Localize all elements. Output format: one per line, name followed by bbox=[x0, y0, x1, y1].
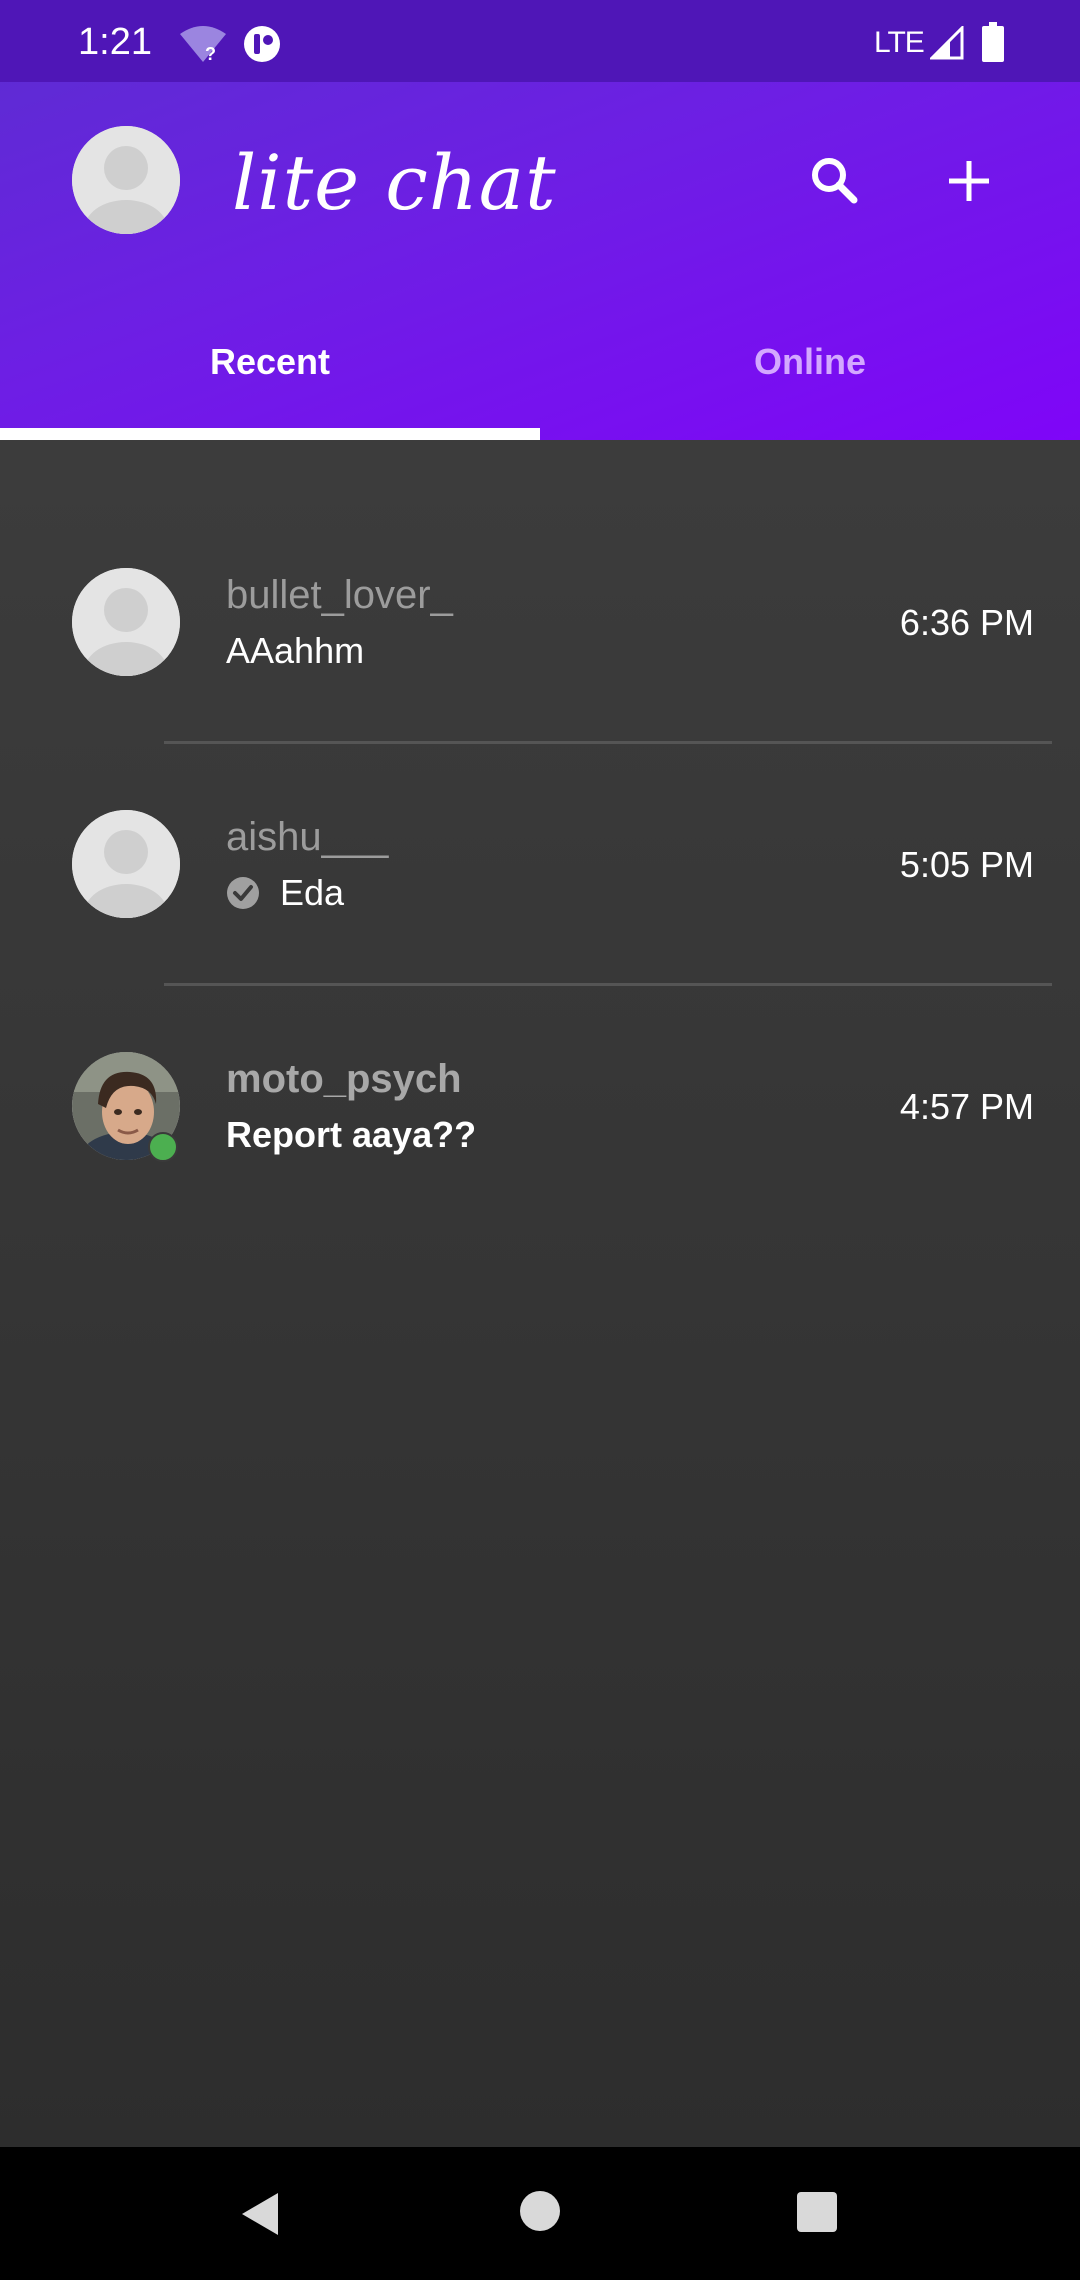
tab-recent-label: Recent bbox=[209, 341, 331, 382]
svg-text:?: ? bbox=[205, 44, 216, 64]
app-notification-icon bbox=[244, 26, 280, 62]
chat-last-message: Report aaya?? bbox=[226, 1110, 476, 1160]
chat-time: 5:05 PM bbox=[899, 844, 1034, 885]
chat-last-message: AAahhm bbox=[226, 626, 364, 676]
chat-row-aishu[interactable]: aishu___ Eda 5:05 PM bbox=[0, 744, 1080, 986]
online-status-dot bbox=[148, 1132, 178, 1162]
navigation-bar bbox=[0, 2147, 1080, 2280]
signal-icon bbox=[930, 26, 964, 60]
chat-name: bullet_lover_ bbox=[226, 573, 453, 617]
tab-indicator bbox=[0, 428, 540, 440]
tab-recent[interactable]: Recent bbox=[0, 330, 540, 440]
chat-time: 6:36 PM bbox=[899, 602, 1034, 643]
avatar bbox=[72, 810, 180, 918]
avatar bbox=[72, 568, 180, 676]
check-circle-icon bbox=[227, 877, 259, 909]
chat-row-bullet-lover[interactable]: bullet_lover_ AAahhm 6:36 PM bbox=[0, 502, 1080, 744]
app-title: lite chat bbox=[232, 138, 557, 227]
tab-online[interactable]: Online bbox=[540, 330, 1080, 440]
chat-name: aishu___ bbox=[226, 815, 389, 859]
recents-icon[interactable] bbox=[796, 2191, 838, 2233]
add-icon[interactable] bbox=[934, 146, 1004, 216]
home-icon[interactable] bbox=[518, 2189, 562, 2233]
avatar-placeholder-icon bbox=[72, 568, 180, 676]
chat-time: 4:57 PM bbox=[899, 1086, 1034, 1127]
chat-last-message: Eda bbox=[226, 868, 344, 918]
status-bar: 1:21 ? LTE bbox=[0, 0, 1080, 82]
network-type: LTE bbox=[874, 26, 925, 59]
chat-name: moto_psych bbox=[226, 1057, 462, 1101]
back-icon[interactable] bbox=[236, 2189, 286, 2239]
chat-message-text: AAahhm bbox=[226, 630, 365, 671]
status-time: 1:21 bbox=[78, 21, 152, 63]
chat-message-text: Report aaya?? bbox=[226, 1114, 477, 1155]
chat-message-text: Eda bbox=[280, 872, 345, 913]
avatar-placeholder-icon bbox=[72, 810, 180, 918]
profile-avatar-button[interactable] bbox=[72, 126, 180, 234]
tab-online-label: Online bbox=[753, 341, 866, 382]
chat-row-moto-psych[interactable]: moto_psych Report aaya?? 4:57 PM bbox=[0, 986, 1080, 1228]
wifi-unknown-icon: ? bbox=[180, 26, 226, 64]
avatar-placeholder-icon bbox=[72, 126, 180, 234]
battery-icon bbox=[982, 22, 1004, 62]
search-icon[interactable] bbox=[800, 146, 870, 216]
